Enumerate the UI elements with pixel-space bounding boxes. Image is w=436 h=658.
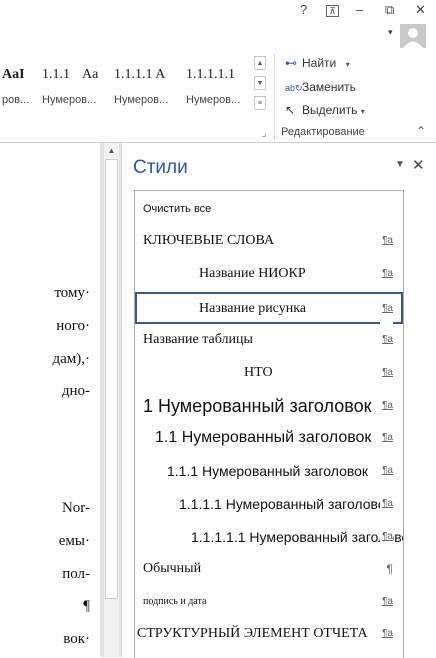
- style-item-normal[interactable]: Обычный ¶: [135, 554, 403, 584]
- style-item-figure-caption[interactable]: Название рисунка ¶a: [135, 292, 403, 324]
- style-item-niokr-title[interactable]: Название НИОКР ¶a: [135, 259, 403, 289]
- paragraph-style-icon: ¶a: [380, 259, 393, 289]
- pane-title: Стили: [133, 157, 188, 178]
- gallery-label: Нумеров...: [114, 94, 169, 106]
- document-page[interactable]: тому· ного· дам),· дно- Nor- емы· пол- ¶…: [0, 143, 100, 657]
- close-pane-icon[interactable]: ✕: [412, 156, 425, 174]
- style-name: Очистить все: [143, 203, 212, 215]
- gallery-sample: 1.1.1.1 A: [114, 67, 166, 82]
- select-label: Выделить: [302, 103, 358, 117]
- document-text-line: тому·: [54, 285, 90, 301]
- help-icon[interactable]: ?: [300, 2, 307, 17]
- style-item-heading-3[interactable]: 1.1.1 Нумерованный заголовок ¶a: [135, 456, 403, 486]
- document-text-line: ного·: [56, 318, 90, 334]
- style-item-signature-date[interactable]: подпись и дата ¶a: [135, 587, 403, 617]
- minimize-icon[interactable]: –: [356, 2, 363, 17]
- gallery-sample: 1.1.1: [42, 67, 70, 82]
- user-icon: [403, 28, 423, 48]
- style-name: Название таблицы: [143, 332, 253, 347]
- style-name: НТО: [244, 365, 273, 380]
- paragraph-style-icon: ¶a: [380, 456, 393, 486]
- style-item-table-caption[interactable]: Название таблицы ¶a: [135, 325, 403, 355]
- paragraph-style-icon: ¶a: [380, 294, 393, 324]
- gallery-more-button[interactable]: ≡: [254, 96, 266, 110]
- paragraph-style-icon: ¶a: [380, 391, 393, 421]
- select-button[interactable]: ↖ Выделить ▾: [285, 103, 365, 117]
- pane-left-border: [121, 143, 122, 657]
- gallery-scroll-down-button[interactable]: ▼: [254, 76, 266, 90]
- document-text-line: вок·: [63, 631, 90, 647]
- styles-dialog-launcher-icon[interactable]: ⌟: [262, 128, 266, 139]
- style-name: Название НИОКР: [199, 266, 306, 281]
- editing-group-label: Редактирование: [281, 126, 365, 138]
- close-icon[interactable]: ✕: [415, 2, 426, 18]
- find-label: Найти: [302, 56, 337, 70]
- gallery-label: ров...: [2, 94, 30, 106]
- scrollbar-thumb[interactable]: [105, 159, 118, 599]
- collapse-ribbon-icon[interactable]: ⌃: [416, 124, 426, 138]
- document-scrollbar[interactable]: ▲: [104, 143, 119, 657]
- style-name: 1.1 Нумерованный заголовок: [155, 429, 372, 446]
- paragraph-style-icon: ¶a: [380, 226, 393, 256]
- style-name: подпись и дата: [143, 596, 207, 607]
- paragraph-style-icon: ¶a: [380, 619, 393, 649]
- gallery-label: Нумеров...: [42, 94, 97, 106]
- scroll-up-arrow-icon[interactable]: ▲: [104, 145, 119, 157]
- replace-icon: ab↻: [285, 83, 303, 93]
- paragraph-style-icon: ¶a: [380, 587, 393, 617]
- style-name: Обычный: [143, 561, 202, 576]
- style-item-heading-1[interactable]: 1 Нумерованный заголовок ¶a: [135, 391, 403, 421]
- style-item-keywords[interactable]: КЛЮЧЕВЫЕ СЛОВА ¶a: [135, 226, 403, 256]
- paragraph-style-icon: ¶a: [380, 325, 393, 355]
- pane-options-icon[interactable]: ▼: [395, 159, 405, 170]
- paragraph-style-icon: ¶a: [380, 423, 393, 453]
- style-name: 1 Нумерованный заголовок: [143, 396, 372, 416]
- find-button[interactable]: ⊷ Найти ▾: [285, 56, 350, 70]
- ribbon: ? ⊼ – ⧉ ✕ ▾ AaI ров... 1.1.1 Нумеров... …: [0, 0, 436, 143]
- document-text-line: дам),·: [52, 351, 90, 367]
- find-dropdown-icon[interactable]: ▾: [346, 60, 350, 69]
- paragraph-style-icon: ¶: [384, 554, 393, 584]
- style-item-heading-5[interactable]: 1.1.1.1.1 Нумерованный заголовок ¶a: [135, 522, 403, 552]
- document-area: тому· ного· дам),· дно- Nor- емы· пол- ¶…: [0, 143, 121, 657]
- style-item-structural-element[interactable]: СТРУКТУРНЫЙ ЭЛЕМЕНТ ОТЧЕТА ¶a: [135, 619, 403, 649]
- ribbon-group-divider: [274, 54, 275, 140]
- paragraph-mark: ¶: [83, 598, 90, 614]
- style-item-heading-4[interactable]: 1.1.1.1 Нумерованный заголовок ¶a: [135, 489, 403, 519]
- gallery-sample: AaI: [2, 67, 25, 82]
- binoculars-icon: ⊷: [285, 56, 297, 70]
- style-item-nto[interactable]: НТО ¶a: [135, 358, 403, 388]
- cursor-icon: ↖: [285, 103, 296, 117]
- select-dropdown-icon[interactable]: ▾: [361, 107, 365, 116]
- avatar[interactable]: [400, 24, 426, 48]
- style-name: СТРУКТУРНЫЙ ЭЛЕМЕНТ ОТЧЕТА: [137, 626, 368, 641]
- style-name: КЛЮЧЕВЫЕ СЛОВА: [143, 233, 275, 248]
- paragraph-style-icon: ¶a: [380, 522, 393, 552]
- style-item-heading-2[interactable]: 1.1 Нумерованный заголовок ¶a: [135, 423, 403, 453]
- document-text-line: емы·: [58, 533, 90, 549]
- paragraph-style-icon: ¶a: [380, 358, 393, 388]
- gallery-sample: Aa: [82, 67, 99, 82]
- gallery-label: Нумеров...: [186, 94, 241, 106]
- replace-button[interactable]: ab↻Заменить: [285, 80, 356, 94]
- style-name: 1.1.1.1 Нумерованный заголовок: [179, 496, 392, 512]
- style-name: 1.1.1 Нумерованный заголовок: [167, 463, 369, 479]
- style-name: Название рисунка: [199, 301, 307, 316]
- styles-list: Очистить все КЛЮЧЕВЫЕ СЛОВА ¶a Название …: [134, 190, 404, 658]
- styles-pane: Стили ▼ ✕ Очистить все КЛЮЧЕВЫЕ СЛОВА ¶a…: [121, 143, 436, 658]
- document-text-line: дно-: [61, 383, 90, 399]
- restore-ribbon-icon[interactable]: ⊼: [326, 5, 339, 17]
- gallery-sample: 1.1.1.1.1: [186, 67, 235, 82]
- document-text-line: пол-: [62, 566, 90, 582]
- document-text-line: Nor-: [61, 500, 90, 516]
- chevron-down-icon[interactable]: ▾: [388, 27, 393, 38]
- gallery-scroll-up-button[interactable]: ▲: [254, 56, 266, 70]
- replace-label: Заменить: [302, 80, 356, 94]
- clear-all-button[interactable]: Очистить все: [135, 194, 403, 224]
- paragraph-style-icon: ¶a: [380, 489, 393, 519]
- maximize-icon[interactable]: ⧉: [385, 2, 394, 18]
- style-name: 1.1.1.1.1 Нумерованный заголовок: [191, 529, 404, 545]
